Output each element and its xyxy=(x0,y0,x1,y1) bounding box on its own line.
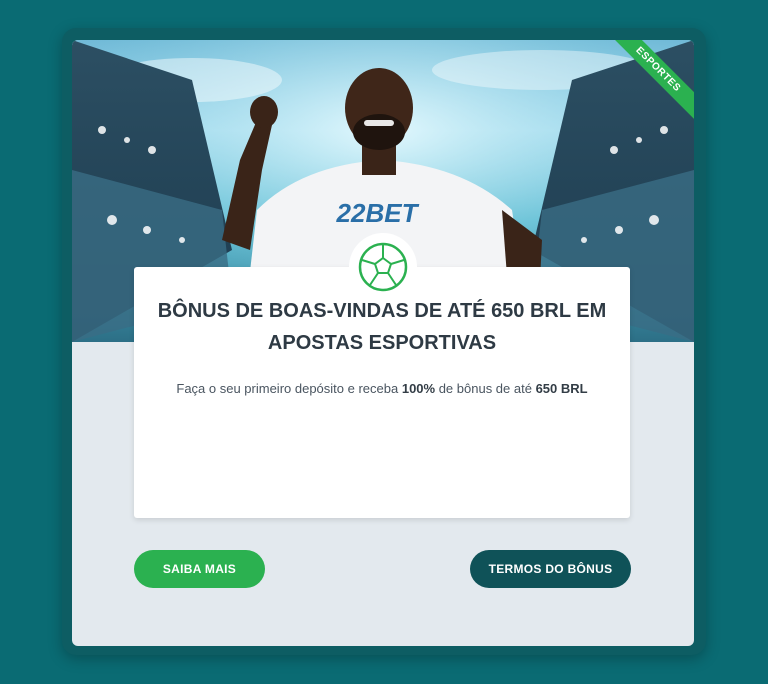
desc-text-1: Faça o seu primeiro depósito e receba xyxy=(176,381,402,396)
terms-button[interactable]: TERMOS DO BÔNUS xyxy=(470,550,631,588)
desc-amount: 650 BRL xyxy=(535,381,588,396)
promo-panel: BÔNUS DE BOAS-VINDAS DE ATÉ 650 BRL EM A… xyxy=(134,267,630,518)
shirt-logo: 22BET xyxy=(336,198,420,228)
desc-text-2: de bônus de até xyxy=(435,381,536,396)
saiba-mais-button[interactable]: SAIBA MAIS xyxy=(134,550,265,588)
soccer-ball-badge xyxy=(349,233,417,301)
soccer-ball-icon xyxy=(358,242,408,292)
desc-percent: 100% xyxy=(401,381,436,396)
promo-title: BÔNUS DE BOAS-VINDAS DE ATÉ 650 BRL EM A… xyxy=(157,300,607,354)
promo-description: Faça o seu primeiro depósito e receba 10… xyxy=(144,381,620,396)
category-ribbon: ESPORTES xyxy=(604,40,694,130)
ribbon-label: ESPORTES xyxy=(604,40,694,126)
